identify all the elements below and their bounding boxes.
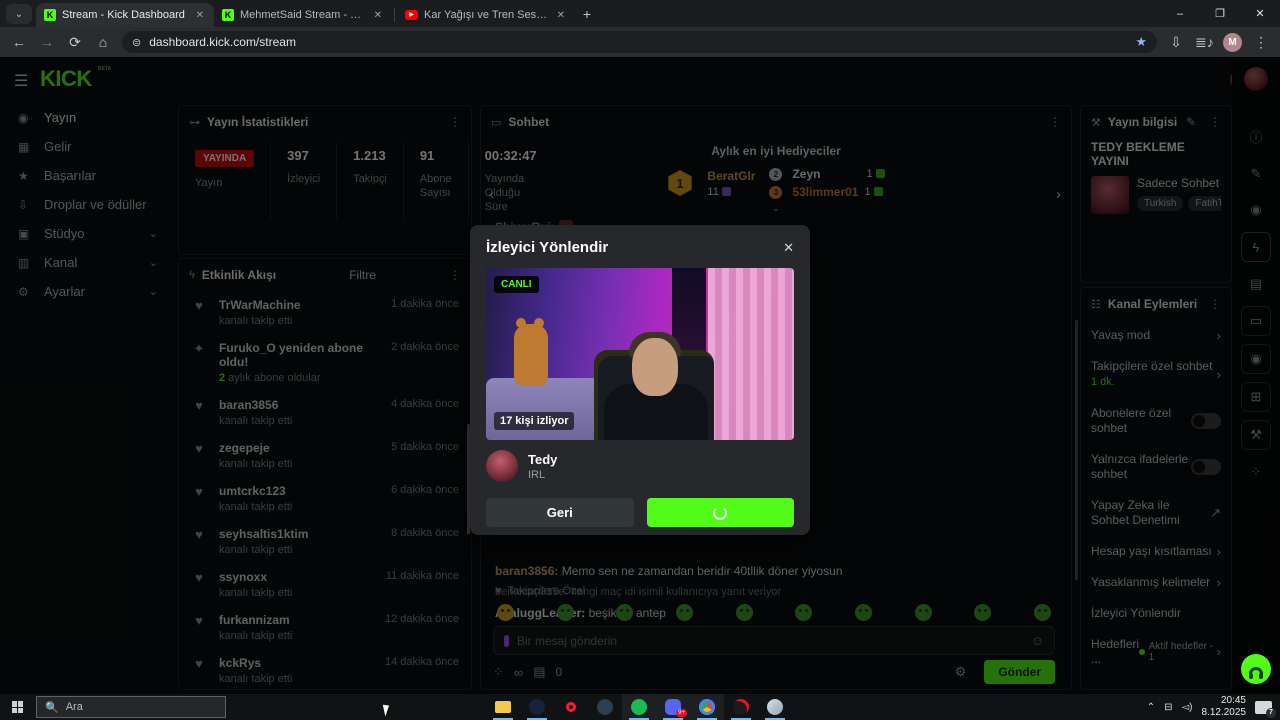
live-chip: CANLI [494,276,539,293]
dark-app-icon [597,699,613,715]
network-icon[interactable]: ⊟ [1164,702,1172,713]
url-text[interactable]: dashboard.kick.com/stream [149,35,1127,49]
redirect-viewers-modal: İzleyici Yönlendir ✕ CANLI 17 kişi izliy… [470,225,810,535]
start-button[interactable] [0,694,36,720]
taskbar-clock[interactable]: 20:45 8.12.2025 [1202,695,1247,719]
tab-title: Kar Yağışı ve Tren Sesi – Arkan... [424,9,549,21]
opera-icon [566,702,576,712]
tray-time: 20:45 [1220,695,1246,706]
minimize-button[interactable]: – [1160,0,1200,27]
tab-close-icon[interactable]: ✕ [372,10,384,21]
tray-chevron-icon[interactable]: ⌃ [1147,702,1155,713]
tab-title: Stream - Kick Dashboard [62,9,185,21]
scene-curtain [708,268,794,440]
taskbar-app-file-explorer[interactable] [486,694,520,720]
bookmark-star-icon[interactable]: ★ [1135,34,1147,50]
target-channel-category: IRL [528,468,546,481]
browser-tab[interactable]: ▶ Kar Yağışı ve Tren Sesi – Arkan... ✕ [397,3,575,27]
kick-dashboard-page: ☰ KICK BETA ◉Yayın▦Gelir★Başarılar⇩Dropl… [0,57,1280,694]
badge-count: 9+ [676,709,687,717]
scene-teddy [514,318,548,386]
steam-icon [529,699,545,715]
taskbar-search[interactable]: 🔍 Ara [36,696,226,718]
windows-taskbar: 🔍 Ara 9+ ⌃ ⊟ ◅) 20:45 8.12.2025 7 [0,694,1280,720]
tab-separator [394,8,395,22]
back-icon[interactable]: ← [10,34,28,50]
modal-close-icon[interactable]: ✕ [783,240,794,256]
chrome-icon [699,699,715,715]
tab-close-icon[interactable]: ✕ [555,10,567,21]
scene-person-head [632,338,678,396]
search-placeholder: Ara [65,701,83,713]
tab-search-button[interactable]: ⌄ [6,4,32,24]
notification-center-icon[interactable]: 7 [1255,700,1276,718]
reload-icon[interactable]: ⟳ [66,34,84,51]
stream-preview[interactable]: CANLI 17 kişi izliyor [486,268,794,440]
browser-tab[interactable]: K MehmetSaid Stream - Watch Li... ✕ [214,3,392,27]
kick-favicon: K [44,9,56,21]
taskbar-app-dark-app[interactable] [588,694,622,720]
downloads-icon[interactable]: ⇩ [1167,34,1185,51]
viewer-count-chip: 17 kişi izliyor [494,412,575,430]
forward-icon[interactable]: → [38,34,56,50]
taskbar-app-spotify[interactable] [622,694,656,720]
browser-tab[interactable]: K Stream - Kick Dashboard ✕ [36,3,214,27]
file-explorer-icon [495,701,511,713]
youtube-favicon: ▶ [405,10,418,20]
taskbar-app-chrome[interactable] [690,694,724,720]
spotify-icon [631,699,647,715]
browser-menu-icon[interactable]: ⋮ [1252,34,1270,51]
tab-title: MehmetSaid Stream - Watch Li... [240,9,366,21]
new-tab-button[interactable]: + [575,2,599,26]
loading-spinner-icon [713,505,728,520]
back-button[interactable]: Geri [486,498,634,527]
taskbar-app-discord[interactable]: 9+ [656,694,690,720]
headset-icon [1249,666,1263,679]
taskbar-app-opera[interactable] [554,694,588,720]
kick-favicon: K [222,9,234,21]
restore-button[interactable]: ❐ [1200,0,1240,27]
close-button[interactable]: ✕ [1240,0,1280,27]
target-channel-avatar [486,450,518,482]
obs-record-icon [733,699,749,715]
tab-close-icon[interactable]: ✕ [194,10,206,21]
modal-title: İzleyici Yönlendir [486,239,609,256]
notification-badge: 7 [1266,707,1276,718]
browser-toolbar: ← → ⟳ ⌂ ⊜ dashboard.kick.com/stream ★ ⇩ … [0,27,1280,57]
playlist-extension-icon[interactable]: ≣♪ [1195,34,1214,51]
browser-tab-bar: ⌄ K Stream - Kick Dashboard ✕ K MehmetSaid S… [0,0,1280,27]
taskbar-app-obs-record[interactable] [724,694,758,720]
site-settings-icon[interactable]: ⊜ [132,36,141,49]
browser-profile-avatar[interactable]: M [1223,32,1242,52]
support-chat-button[interactable] [1241,654,1271,684]
taskbar-app-paint-app[interactable] [758,694,792,720]
target-channel-name: Tedy [528,451,558,467]
search-icon: 🔍 [45,701,59,714]
scene-bed [486,378,606,440]
system-tray: ⌃ ⊟ ◅) 20:45 8.12.2025 7 [1147,695,1280,719]
windows-logo-icon [12,701,24,713]
home-icon[interactable]: ⌂ [94,34,112,50]
tray-date: 8.12.2025 [1201,707,1247,718]
paint-app-icon [767,699,783,715]
address-bar[interactable]: ⊜ dashboard.kick.com/stream ★ [122,31,1157,53]
taskbar-app-steam[interactable] [520,694,554,720]
confirm-redirect-button[interactable] [646,498,794,527]
volume-icon[interactable]: ◅) [1181,702,1192,713]
